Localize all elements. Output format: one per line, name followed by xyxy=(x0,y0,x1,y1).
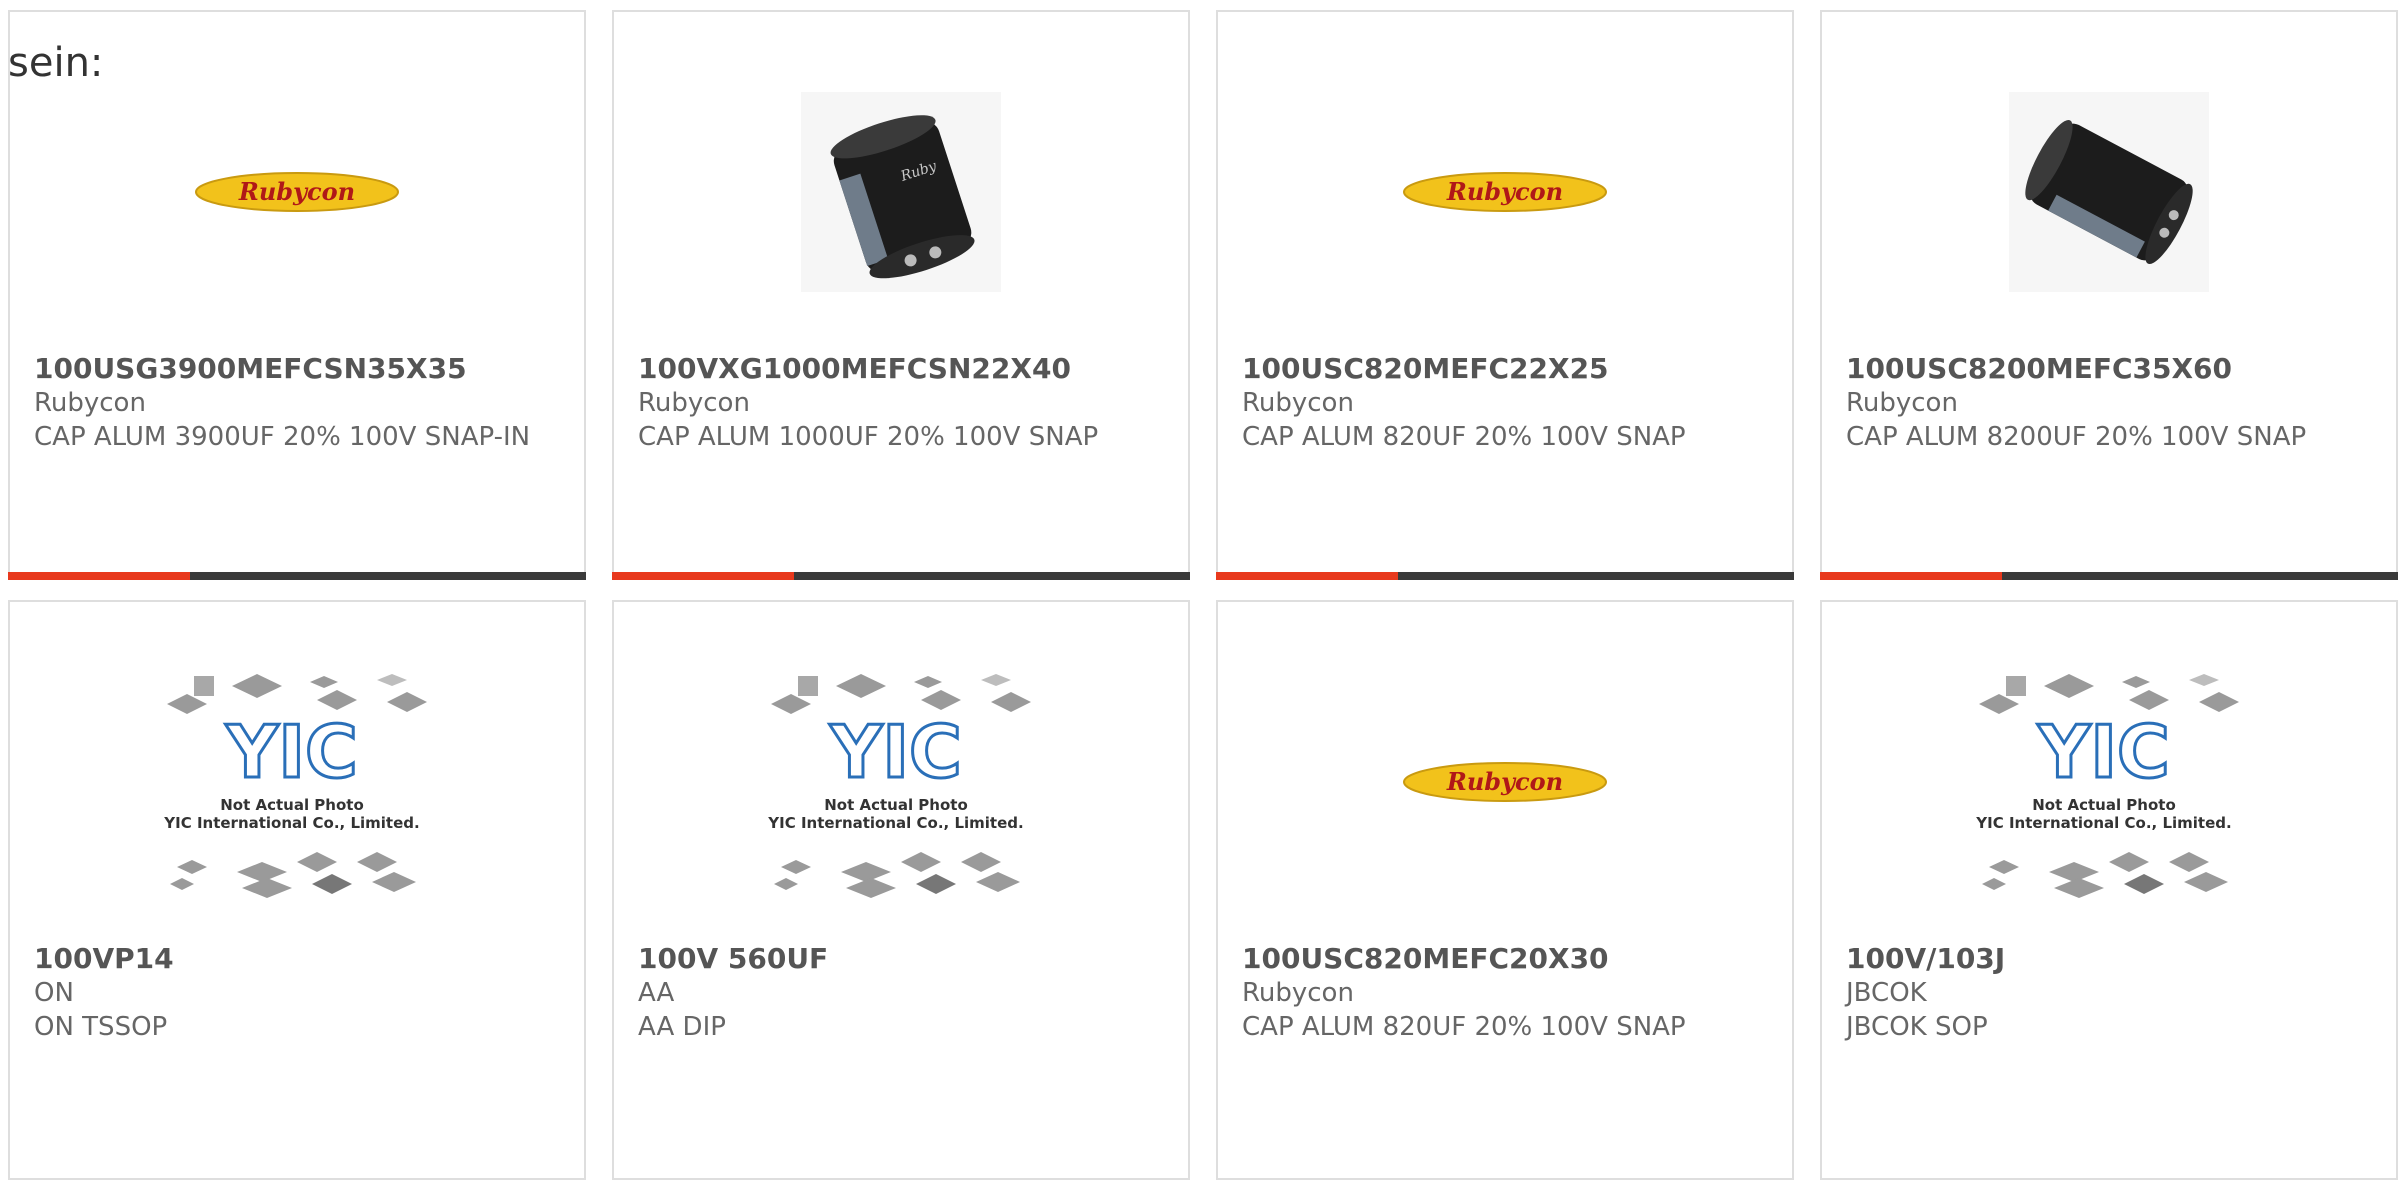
svg-text:Not Actual Photo: Not Actual Photo xyxy=(824,796,968,814)
part-number-link[interactable]: 100V 560UF xyxy=(638,942,1168,976)
not-actual-photo-placeholder: YIC Not Actual Photo YIC International C… xyxy=(163,674,427,898)
capacitor-photo: Ruby xyxy=(801,92,1001,292)
svg-text:YIC: YIC xyxy=(2037,710,2170,794)
svg-text:Not Actual Photo: Not Actual Photo xyxy=(2032,796,2176,814)
product-card[interactable]: Ruby 100VXG1000MEFCSN22X40 Rubycon CAP A… xyxy=(612,10,1190,580)
svg-text:Not Actual Photo: Not Actual Photo xyxy=(220,796,364,814)
part-number-link[interactable]: 100USG3900MEFCSN35X35 xyxy=(34,352,564,386)
description: CAP ALUM 3900UF 20% 100V SNAP-IN xyxy=(34,422,531,452)
product-card[interactable]: Rubycon 100USC820MEFC22X25 Rubycon CAP A… xyxy=(1216,10,1794,580)
svg-text:YIC: YIC xyxy=(225,710,358,794)
manufacturer: Rubycon xyxy=(638,388,750,418)
product-image[interactable]: YIC Not Actual Photo YIC International C… xyxy=(1822,662,2396,902)
description: AA DIP xyxy=(638,1012,726,1042)
product-grid: Rubycon 100USG3900MEFCSN35X35 Rubycon CA… xyxy=(0,0,2400,1180)
product-card[interactable]: Rubycon 100USG3900MEFCSN35X35 Rubycon CA… xyxy=(8,10,586,580)
product-image[interactable]: YIC Not Actual Photo YIC International C… xyxy=(614,662,1188,902)
product-card[interactable]: YIC Not Actual Photo YIC International C… xyxy=(612,600,1190,1180)
product-image[interactable]: Ruby xyxy=(614,72,1188,312)
part-number-link[interactable]: 100VP14 xyxy=(34,942,564,976)
product-card[interactable]: YIC Not Actual Photo YIC International C… xyxy=(8,600,586,1180)
description: ON TSSOP xyxy=(34,1012,168,1042)
product-card[interactable]: Rubycon 100USC820MEFC20X30 Rubycon CAP A… xyxy=(1216,600,1794,1180)
rubycon-logo: Rubycon xyxy=(195,172,399,212)
not-actual-photo-placeholder: YIC Not Actual Photo YIC International C… xyxy=(1975,674,2239,898)
intro-text: sein: xyxy=(8,40,104,86)
rubycon-logo: Rubycon xyxy=(1403,172,1607,212)
manufacturer: Rubycon xyxy=(1242,388,1354,418)
part-number-link[interactable]: 100V/103J xyxy=(1846,942,2376,976)
manufacturer: Rubycon xyxy=(34,388,146,418)
manufacturer: JBCOK xyxy=(1846,978,1927,1008)
svg-text:Rubycon: Rubycon xyxy=(1446,177,1563,206)
card-accent-bar xyxy=(1216,572,1794,580)
rubycon-logo: Rubycon xyxy=(1403,762,1607,802)
part-number-link[interactable]: 100USC820MEFC20X30 xyxy=(1242,942,1772,976)
part-number-link[interactable]: 100USC8200MEFC35X60 xyxy=(1846,352,2376,386)
description: CAP ALUM 820UF 20% 100V SNAP xyxy=(1242,422,1686,452)
manufacturer: AA xyxy=(638,978,675,1008)
product-image[interactable]: Rubycon xyxy=(10,72,584,312)
card-accent-bar xyxy=(1820,572,2398,580)
manufacturer: Rubycon xyxy=(1242,978,1354,1008)
card-accent-bar xyxy=(612,572,1190,580)
svg-text:YIC International Co., Limited: YIC International Co., Limited. xyxy=(163,814,419,832)
svg-text:YIC International Co., Limited: YIC International Co., Limited. xyxy=(1975,814,2231,832)
svg-text:YIC: YIC xyxy=(829,710,962,794)
svg-text:Rubycon: Rubycon xyxy=(1446,767,1563,796)
card-accent-bar xyxy=(8,572,586,580)
description: CAP ALUM 1000UF 20% 100V SNAP xyxy=(638,422,1099,452)
capacitor-photo xyxy=(2009,92,2209,292)
not-actual-photo-placeholder: YIC Not Actual Photo YIC International C… xyxy=(767,674,1031,898)
product-card[interactable]: YIC Not Actual Photo YIC International C… xyxy=(1820,600,2398,1180)
product-image[interactable]: Rubycon xyxy=(1218,662,1792,902)
description: CAP ALUM 820UF 20% 100V SNAP xyxy=(1242,1012,1686,1042)
part-number-link[interactable]: 100USC820MEFC22X25 xyxy=(1242,352,1772,386)
manufacturer: ON xyxy=(34,978,74,1008)
svg-text:YIC International Co., Limited: YIC International Co., Limited. xyxy=(767,814,1023,832)
product-image[interactable]: Rubycon xyxy=(1218,72,1792,312)
svg-text:Rubycon: Rubycon xyxy=(238,177,355,206)
product-card[interactable]: 100USC8200MEFC35X60 Rubycon CAP ALUM 820… xyxy=(1820,10,2398,580)
description: JBCOK SOP xyxy=(1846,1012,1988,1042)
product-image[interactable] xyxy=(1822,72,2396,312)
manufacturer: Rubycon xyxy=(1846,388,1958,418)
part-number-link[interactable]: 100VXG1000MEFCSN22X40 xyxy=(638,352,1168,386)
description: CAP ALUM 8200UF 20% 100V SNAP xyxy=(1846,422,2307,452)
product-image[interactable]: YIC Not Actual Photo YIC International C… xyxy=(10,662,584,902)
